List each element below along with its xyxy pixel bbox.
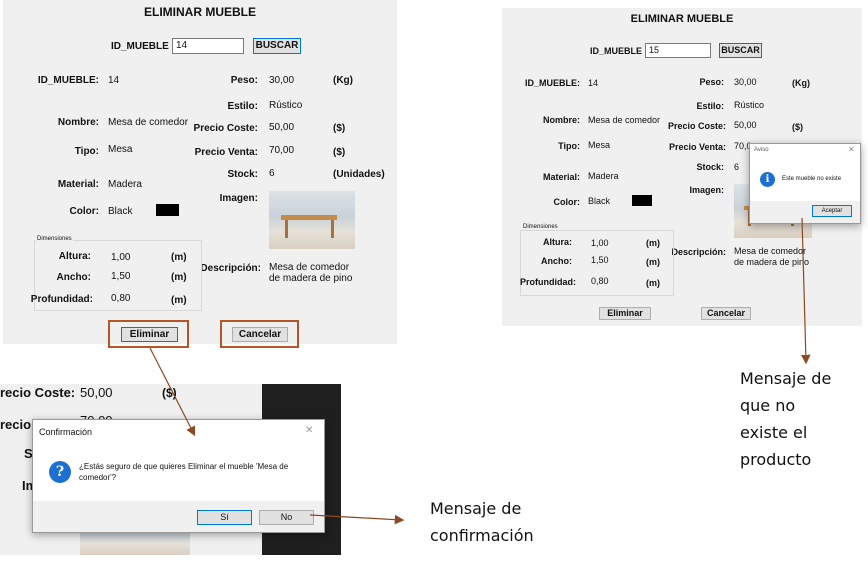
caption-line: producto: [740, 450, 812, 469]
arrow-to-confirm-caption: [309, 514, 405, 525]
arrow-to-confirmation: [149, 347, 196, 437]
caption-line: Mensaje de: [740, 369, 832, 388]
confirmation-caption: Mensaje de confirmación: [430, 495, 534, 549]
not-found-caption: Mensaje de que no existe el producto: [740, 365, 831, 473]
arrow-from-aviso: [801, 217, 811, 365]
caption-line: confirmación: [430, 526, 534, 545]
caption-line: Mensaje de: [430, 499, 522, 518]
annotation-arrows: [149, 217, 811, 525]
caption-line: existe el: [740, 423, 808, 442]
caption-line: que no: [740, 396, 796, 415]
